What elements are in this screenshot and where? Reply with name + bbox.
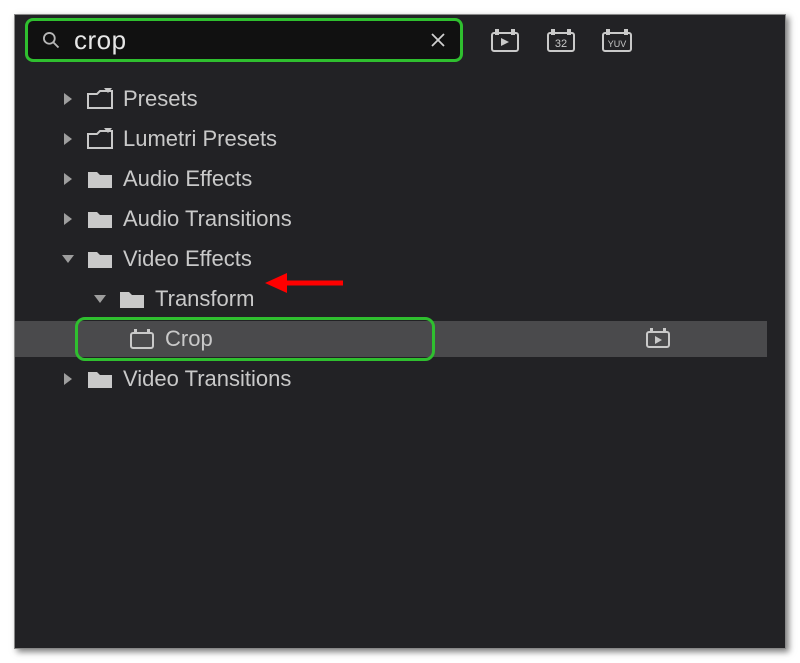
folder-icon (85, 167, 115, 191)
chevron-right-icon (57, 168, 79, 190)
effects-panel: 32 YUV P (14, 14, 786, 649)
chevron-right-icon (57, 88, 79, 110)
search-input[interactable] (62, 25, 426, 56)
chevron-right-icon (57, 208, 79, 230)
tree-item-label: Crop (165, 326, 213, 352)
yuv-icon[interactable]: YUV (601, 26, 633, 54)
tree-item-transform[interactable]: Transform (15, 279, 785, 319)
accelerated-effect-icon[interactable] (489, 26, 521, 54)
tree-item-audio-effects[interactable]: Audio Effects (15, 159, 785, 199)
32-bit-icon[interactable]: 32 (545, 26, 577, 54)
tree-item-label: Video Effects (123, 246, 252, 272)
top-row: 32 YUV (15, 15, 785, 65)
tree-item-label: Audio Effects (123, 166, 252, 192)
chevron-down-icon (89, 288, 111, 310)
tree-item-label: Audio Transitions (123, 206, 292, 232)
tree-item-label: Presets (123, 86, 198, 112)
accelerated-badge-icon (645, 327, 671, 349)
folder-icon (117, 287, 147, 311)
tree-item-audio-transitions[interactable]: Audio Transitions (15, 199, 785, 239)
effect-icon (127, 327, 157, 351)
tree-item-label: Lumetri Presets (123, 126, 277, 152)
folder-icon (85, 207, 115, 231)
toolbar-icons: 32 YUV (489, 26, 633, 54)
effects-tree: Presets Lumetri Presets (15, 65, 785, 399)
preset-folder-icon (85, 127, 115, 151)
tree-item-presets[interactable]: Presets (15, 79, 785, 119)
tree-item-crop[interactable]: Crop (15, 321, 767, 357)
tree-item-lumetri-presets[interactable]: Lumetri Presets (15, 119, 785, 159)
search-field-wrapper (25, 18, 463, 62)
clear-search-button[interactable] (426, 28, 450, 52)
chevron-right-icon (57, 128, 79, 150)
svg-text:YUV: YUV (608, 39, 627, 49)
tree-item-label: Video Transitions (123, 366, 291, 392)
folder-icon (85, 247, 115, 271)
tree-item-video-effects[interactable]: Video Effects (15, 239, 785, 279)
tree-item-label: Transform (155, 286, 254, 312)
preset-folder-icon (85, 87, 115, 111)
chevron-right-icon (57, 368, 79, 390)
tree-item-video-transitions[interactable]: Video Transitions (15, 359, 785, 399)
svg-text:32: 32 (555, 38, 567, 50)
chevron-down-icon (57, 248, 79, 270)
folder-icon (85, 367, 115, 391)
search-icon (40, 29, 62, 51)
